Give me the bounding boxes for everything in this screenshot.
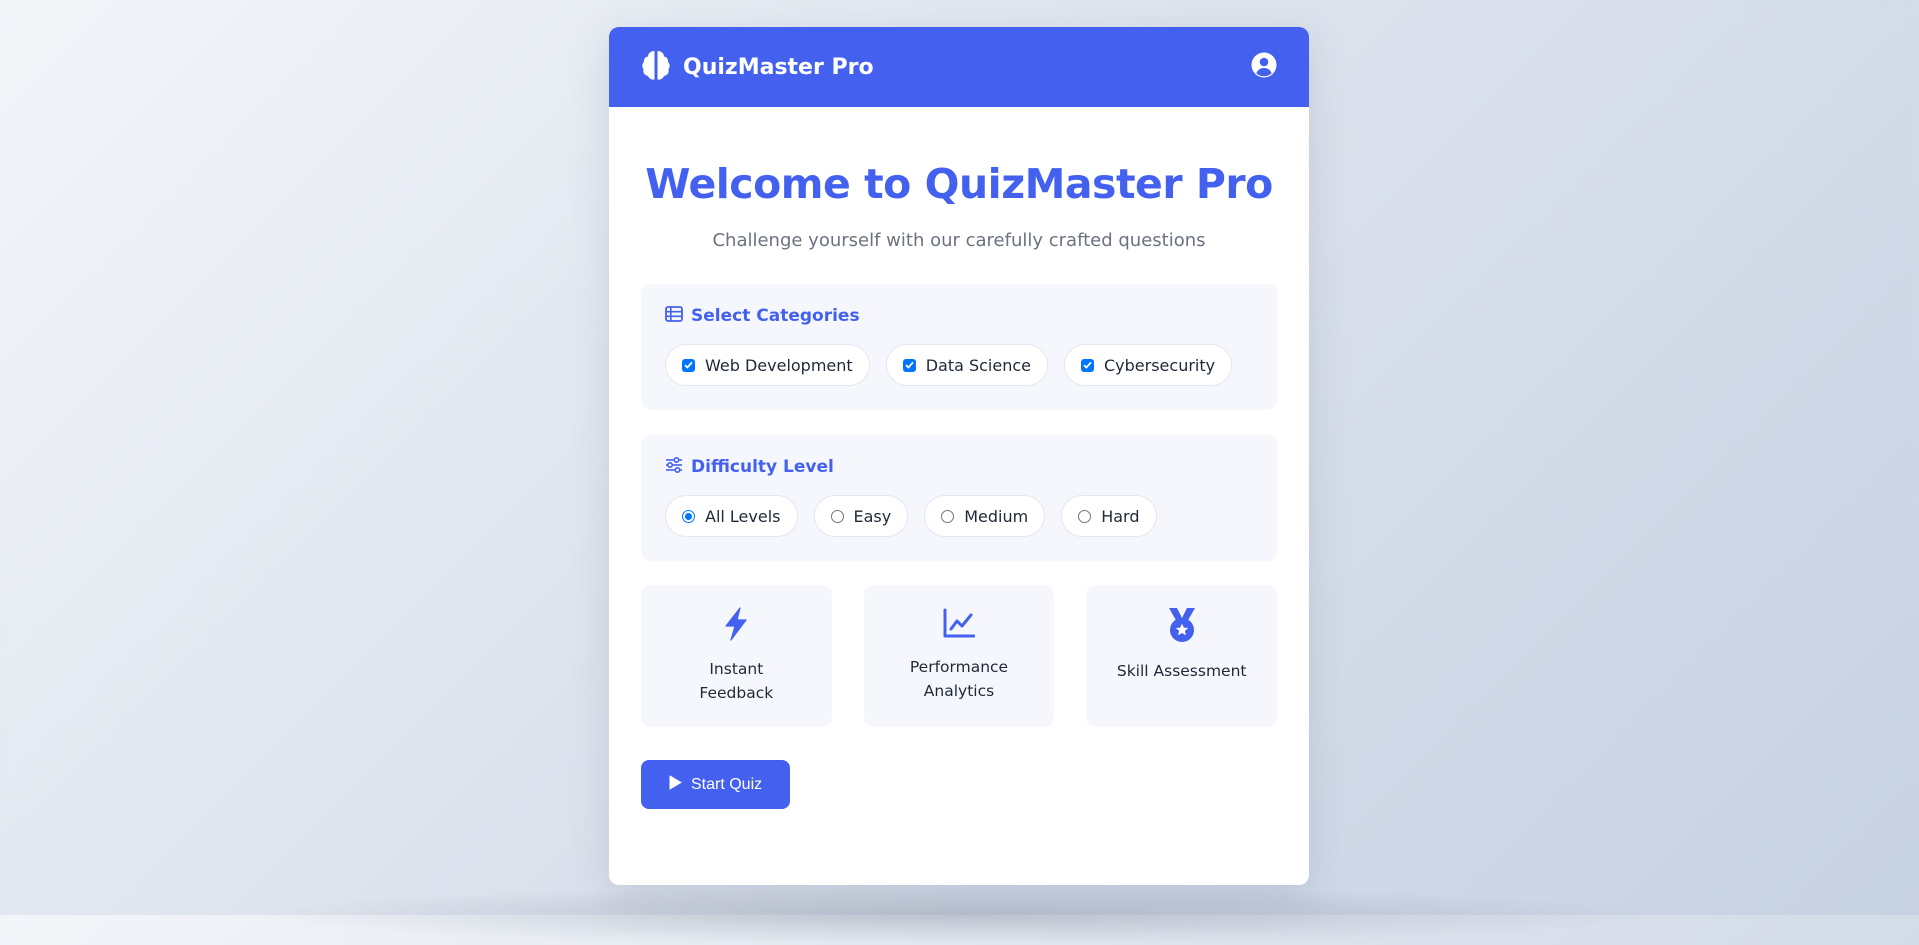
category-options: Web Development Data Science Cybersecuri… [665,344,1253,386]
feature-label: Instant Feedback [699,660,774,702]
radio-selected[interactable] [682,509,695,523]
feature-label: Performance Analytics [909,658,1009,700]
feature-list: Instant Feedback Performance Analytics S… [641,585,1278,727]
user-circle-icon[interactable] [1251,52,1277,82]
feature-card-performance-analytics: Performance Analytics [863,585,1055,727]
categories-header: Select Categories [665,306,1253,326]
difficulty-title: Difficulty Level [691,457,834,477]
difficulty-label: Easy [853,506,892,526]
checkbox-checked[interactable] [902,358,916,372]
category-web-development[interactable]: Web Development [665,344,870,386]
feature-card-instant-feedback: Instant Feedback [641,585,832,727]
difficulty-label: Hard [1101,506,1140,526]
checkbox-checked[interactable] [682,358,695,372]
quiz-card: QuizMaster Pro Welcome to QuizMaster Pro… [609,27,1309,885]
play-icon [669,775,682,795]
page-title: Welcome to QuizMaster Pro [645,160,1273,208]
difficulty-label: Medium [964,506,1029,526]
start-quiz-label: Start Quiz [691,775,763,793]
chart-line-icon [943,607,976,643]
difficulty-header: Difficulty Level [665,456,1253,477]
feature-label: Skill Assessment [1116,662,1247,680]
start-quiz-button[interactable]: Start Quiz [641,760,791,809]
categories-title: Select Categories [691,306,860,326]
table-list-icon [665,306,683,326]
difficulty-medium[interactable]: Medium [924,495,1046,537]
difficulty-hard[interactable]: Hard [1061,495,1157,537]
radio-unselected[interactable] [1078,509,1092,523]
medal-icon [1166,607,1198,647]
bolt-icon [723,607,749,645]
page-subtitle: Challenge yourself with our carefully cr… [712,230,1206,251]
difficulty-panel: Difficulty Level All Levels Easy Medium [641,435,1277,561]
app-title: QuizMaster Pro [683,54,874,80]
difficulty-all-levels[interactable]: All Levels [665,495,798,537]
category-label: Web Development [705,355,853,375]
brain-icon [641,49,671,85]
brand: QuizMaster Pro [641,49,874,85]
difficulty-easy[interactable]: Easy [813,495,909,537]
checkbox-checked[interactable] [1081,358,1094,372]
category-label: Cybersecurity [1104,355,1216,375]
category-label: Data Science [925,355,1031,375]
difficulty-options: All Levels Easy Medium Hard [665,495,1253,537]
category-data-science[interactable]: Data Science [885,344,1048,386]
difficulty-label: All Levels [705,506,781,526]
background-shadow [250,885,1669,945]
main-content: Welcome to QuizMaster Pro Challenge your… [609,160,1309,809]
radio-unselected[interactable] [941,509,955,523]
radio-unselected[interactable] [830,509,844,523]
sliders-icon [665,456,683,477]
category-cybersecurity[interactable]: Cybersecurity [1064,344,1233,386]
categories-panel: Select Categories Web Development Data S… [641,284,1277,410]
feature-card-skill-assessment: Skill Assessment [1086,585,1278,727]
app-header: QuizMaster Pro [609,27,1309,107]
